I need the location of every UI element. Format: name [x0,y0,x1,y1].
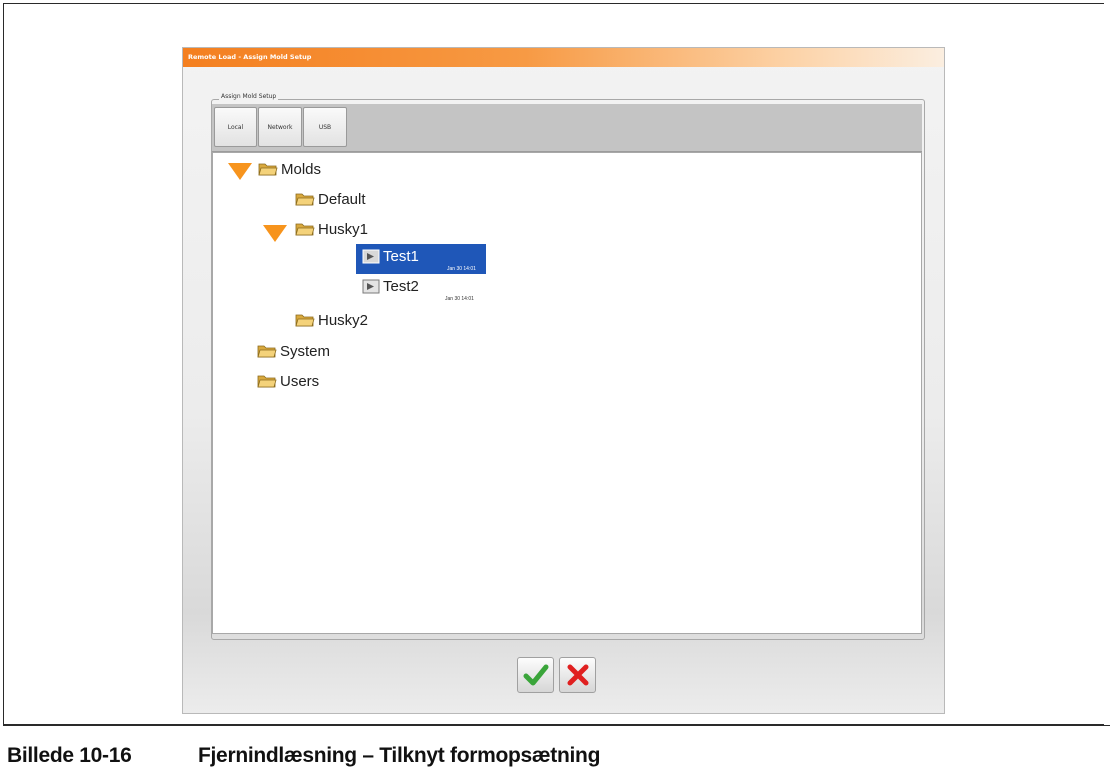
figure-number: Billede 10-16 [7,744,132,767]
folder-icon [258,163,278,176]
cancel-button[interactable] [559,657,596,693]
dialog-window: Remote Load - Assign Mold Setup Assign M… [182,47,945,714]
folder-icon [257,345,277,358]
tree-node-label: Test2 [383,277,419,295]
figure-frame: Remote Load - Assign Mold Setup Assign M… [3,3,1104,725]
ok-button[interactable] [517,657,554,693]
tree-node-test2[interactable]: Test2 [362,274,419,298]
expand-molds-icon[interactable] [228,163,252,180]
file-tree: Molds Default Husky1 Test1 Jan 30 14:01 … [212,152,922,634]
tab-usb[interactable]: USB [303,107,347,147]
tab-local[interactable]: Local [214,107,257,147]
dialog-title: Remote Load - Assign Mold Setup [188,53,312,61]
mold-file-icon [362,279,380,293]
expand-husky1-icon[interactable] [263,225,287,242]
tree-node-husky2[interactable]: Husky2 [295,308,368,332]
test2-date: Jan 30 14:01 [445,296,474,302]
x-icon [567,664,588,686]
folder-icon [295,314,315,327]
tree-node-users[interactable]: Users [257,369,319,393]
tree-node-test1[interactable]: Test1 [362,244,419,268]
tree-node-label: Husky2 [318,311,369,329]
checkmark-icon [523,664,548,686]
folder-icon [257,375,277,388]
source-tabs: Local Network USB [212,104,922,152]
tree-node-default[interactable]: Default [295,187,366,211]
caption-rule [3,725,1110,726]
tree-node-label: Test1 [383,247,419,265]
tree-node-system[interactable]: System [257,339,330,363]
tree-node-label: Molds [281,160,322,178]
folder-icon [295,223,315,236]
folder-icon [295,193,315,206]
tree-node-label: Default [318,190,366,208]
tab-network[interactable]: Network [258,107,302,147]
tree-node-label: System [280,342,331,360]
test1-date: Jan 30 14:01 [447,266,476,272]
tree-node-label: Husky1 [318,220,369,238]
tree-node-husky1[interactable]: Husky1 [295,217,368,241]
dialog-titlebar: Remote Load - Assign Mold Setup [183,48,944,67]
tree-node-molds[interactable]: Molds [258,157,321,181]
tree-node-label: Users [280,372,320,390]
mold-file-icon [362,249,380,263]
group-label: Assign Mold Setup [219,92,279,102]
figure-caption: Fjernindlæsning – Tilknyt formopsætning [198,744,601,767]
